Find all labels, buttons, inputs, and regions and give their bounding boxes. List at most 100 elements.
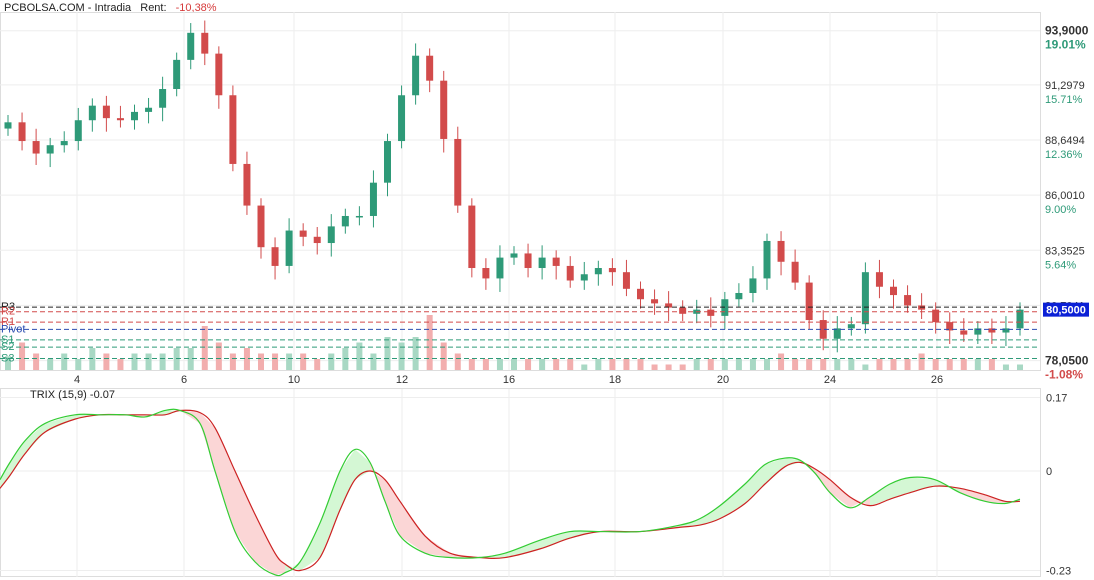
candle-body xyxy=(960,330,968,335)
candle-body xyxy=(440,80,448,139)
volume-bar xyxy=(778,353,785,370)
candle xyxy=(875,259,883,299)
volume-bar xyxy=(651,364,658,370)
trix-band xyxy=(720,484,745,519)
candle xyxy=(271,237,279,280)
volume-bar xyxy=(749,359,756,370)
candle-body xyxy=(426,55,434,81)
volume-bar xyxy=(468,359,475,370)
trix-y-tick-label: 0.17 xyxy=(1046,392,1067,404)
candle xyxy=(341,208,349,234)
x-tick-label: 4 xyxy=(74,374,80,385)
candle xyxy=(18,112,26,151)
volume-bar xyxy=(300,353,307,370)
x-tick-label: 20 xyxy=(717,374,729,385)
candle xyxy=(707,297,715,328)
volume-bar xyxy=(988,359,995,370)
candle-body xyxy=(74,120,82,142)
candle-body xyxy=(510,253,518,258)
candle-body xyxy=(468,205,476,269)
candle xyxy=(946,312,954,344)
trix-band xyxy=(815,468,830,493)
x-tick-label: 18 xyxy=(609,374,621,385)
candle-body xyxy=(777,240,785,262)
candle-body xyxy=(1016,309,1024,329)
candle xyxy=(159,76,167,122)
candle-body xyxy=(608,268,616,273)
volume-bar xyxy=(637,359,644,370)
candle-body xyxy=(271,247,279,266)
volume-bar xyxy=(946,359,953,370)
y-tick-label: 78,0500 xyxy=(1045,354,1089,368)
volume-bar xyxy=(609,359,616,370)
candle-body xyxy=(60,141,68,146)
y-tick-pct: 19.01% xyxy=(1045,38,1086,52)
trix-band xyxy=(235,471,255,562)
candle xyxy=(918,293,926,320)
volume-bar xyxy=(412,337,419,370)
x-tick-label: 12 xyxy=(396,374,408,385)
candle xyxy=(665,291,673,322)
candle-body xyxy=(4,122,12,129)
candle xyxy=(201,20,209,66)
pivot-label-s3: S3 xyxy=(1,353,14,365)
candle-body xyxy=(145,107,153,112)
candle-body xyxy=(847,324,855,329)
candle xyxy=(398,85,406,149)
candle-body xyxy=(496,257,504,279)
volume-bar xyxy=(918,353,925,370)
candle xyxy=(173,52,181,97)
candle-body xyxy=(679,307,687,314)
y-tick-pct: 9.00% xyxy=(1045,204,1076,216)
candle xyxy=(384,133,391,197)
candle-body xyxy=(46,145,54,154)
y-tick-pct: 5.64% xyxy=(1045,259,1076,271)
candle xyxy=(594,260,602,286)
candle-body xyxy=(18,122,26,142)
volume-bar xyxy=(511,359,517,370)
candle-body xyxy=(594,268,602,275)
candle xyxy=(510,246,518,265)
candle-body xyxy=(707,309,715,316)
candle-body xyxy=(482,268,490,279)
volume-bar xyxy=(1002,364,1009,370)
volume-bar xyxy=(665,364,672,370)
candle xyxy=(74,107,82,151)
trix-band xyxy=(0,462,10,489)
y-tick-label: 83,3525 xyxy=(1045,245,1085,257)
trix-band xyxy=(340,449,355,510)
volume-bar xyxy=(567,359,574,370)
volume-bar xyxy=(876,359,883,370)
candle-body xyxy=(875,272,883,287)
candle xyxy=(777,231,785,276)
volume-bar xyxy=(693,359,700,370)
candle-body xyxy=(229,95,237,164)
volume-bar xyxy=(834,359,841,370)
volume-bar xyxy=(47,359,54,370)
price-chart: 4 6 10 12 16 18 20 24 26 93,900019.01% 91,2979 15.7… xyxy=(0,12,1089,385)
candle-body xyxy=(159,89,167,108)
candle xyxy=(257,198,265,259)
volume-bar xyxy=(721,359,728,370)
candle xyxy=(580,261,588,290)
volume-bar xyxy=(229,353,236,370)
candle xyxy=(454,126,462,213)
volume-bar xyxy=(806,359,813,370)
candle-body xyxy=(187,32,195,60)
candle-body xyxy=(637,288,644,300)
candle xyxy=(369,170,377,228)
y-tick-label: 93,9000 xyxy=(1045,24,1089,38)
candle xyxy=(552,250,560,280)
y-tick-label: 86,0010 xyxy=(1045,190,1085,202)
trix-band xyxy=(180,410,200,424)
candle xyxy=(426,48,434,93)
candle xyxy=(904,285,912,313)
candle-body xyxy=(791,261,799,283)
volume-bar xyxy=(328,353,335,370)
candle-body xyxy=(173,59,181,90)
x-tick-label: 24 xyxy=(824,374,836,385)
trix-band xyxy=(255,514,275,575)
candle-body xyxy=(890,286,897,296)
volume-bar xyxy=(33,353,40,370)
candle xyxy=(805,275,813,330)
